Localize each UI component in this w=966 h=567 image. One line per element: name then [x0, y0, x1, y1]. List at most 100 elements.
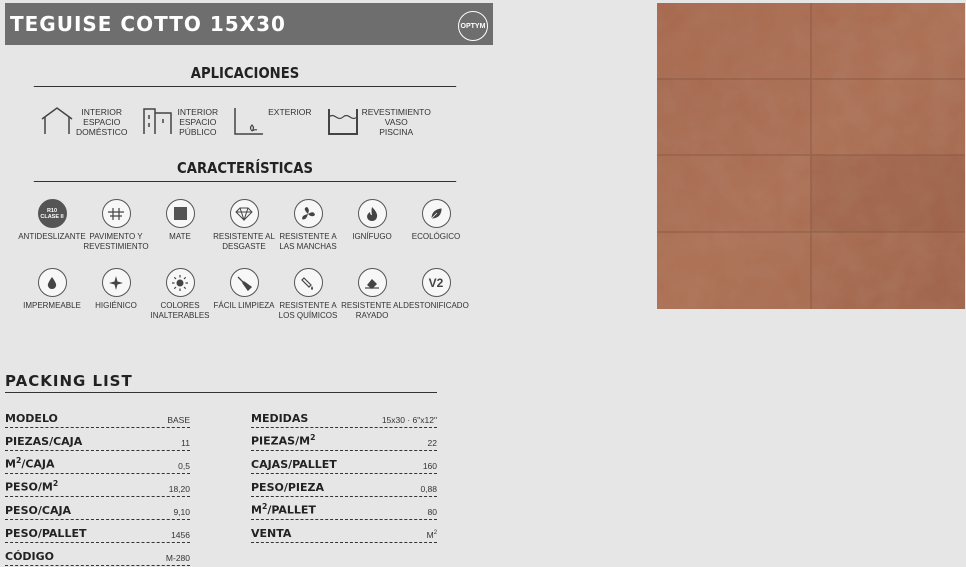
- building-icon: [143, 108, 173, 134]
- packing-value: BASE: [167, 415, 190, 425]
- scratch-icon: [357, 268, 387, 297]
- drop-icon: [37, 268, 67, 297]
- packing-key: M2/PALLET: [251, 502, 316, 517]
- packing-value: 0,5: [178, 461, 190, 471]
- char-destonificado: V2 DESTONIFICADO: [403, 268, 469, 321]
- leaf-icon: [421, 199, 451, 228]
- packing-value: M-280: [165, 553, 190, 563]
- char-impermeable: IMPERMEABLE: [20, 268, 84, 321]
- packing-row: PIEZAS/M2 22: [251, 429, 437, 451]
- chemical-icon: [293, 268, 323, 297]
- flame-icon: [357, 199, 387, 228]
- v2-glyph: V2: [428, 275, 444, 290]
- char-label: PAVIMENTO Y REVESTIMIENTO: [83, 232, 149, 251]
- packing-key: CAJAS/PALLET: [251, 458, 337, 471]
- packing-key: CÓDIGO: [5, 550, 55, 563]
- app-label: INTERIOR ESPACIO DOMÉSTICO: [76, 107, 128, 137]
- packing-row: MEDIDAS 15x30 · 6"x12": [251, 406, 437, 428]
- packing-key: PESO/PIEZA: [251, 481, 325, 494]
- char-desgaste: RESISTENTE AL DESGASTE: [212, 199, 276, 252]
- packing-key: PESO/CAJA: [5, 504, 72, 517]
- app-label: REVESTIMIENTO VASO PISCINA: [361, 107, 431, 137]
- packing-value: 9,10: [173, 507, 190, 517]
- packing-value: 160: [422, 461, 437, 471]
- packing-row: VENTA M2: [251, 521, 437, 543]
- packing-row: M2/PALLET 80: [251, 498, 437, 520]
- r10-badge-bottom: CLASE II: [40, 213, 64, 220]
- sparkle-icon: [101, 268, 131, 297]
- packing-row: CAJAS/PALLET 160: [251, 452, 437, 474]
- packing-row: PIEZAS/CAJA 11: [5, 429, 190, 451]
- exterior-icon: [234, 108, 264, 135]
- char-antideslizante: R10 CLASE II ANTIDESLIZANTE: [18, 199, 86, 252]
- app-label: EXTERIOR: [268, 107, 312, 117]
- packing-row: PESO/CAJA 9,10: [5, 498, 190, 520]
- char-label: COLORES INALTERABLES: [150, 301, 210, 320]
- packing-key: PIEZAS/CAJA: [5, 435, 83, 448]
- packing-key: MODELO: [5, 412, 58, 425]
- packing-value: 1456: [171, 530, 190, 540]
- packing-value: 22: [427, 438, 437, 448]
- packing-row: MODELO BASE: [5, 406, 190, 428]
- packing-row: PESO/PIEZA 0,88: [251, 475, 437, 497]
- stain-icon: [293, 199, 323, 228]
- char-colores: COLORES INALTERABLES: [148, 268, 212, 321]
- char-manchas: RESISTENTE A LAS MANCHAS: [276, 199, 340, 252]
- packing-list-right: MEDIDAS 15x30 · 6"x12" PIEZAS/M2 22 CAJA…: [251, 406, 437, 544]
- char-ecologico: ECOLÓGICO: [404, 199, 468, 252]
- v2-icon: V2: [421, 268, 451, 297]
- aplicaciones-list: INTERIOR ESPACIO DOMÉSTICO INTERIOR ESPA…: [40, 105, 445, 137]
- char-pavimento: PAVIMENTO Y REVESTIMIENTO: [83, 199, 149, 252]
- packing-key: M2/CAJA: [5, 456, 55, 471]
- aplicaciones-title: APLICACIONES: [33, 64, 457, 87]
- sun-icon: [165, 268, 195, 297]
- product-title: TEGUISE COTTO 15X30: [10, 12, 286, 36]
- caracteristicas-row-1: R10 CLASE II ANTIDESLIZANTE PAVIMENTO Y …: [18, 199, 468, 252]
- char-label: RESISTENTE AL DESGASTE: [213, 232, 275, 251]
- packing-list-title: PACKING LIST: [5, 372, 437, 393]
- char-label: IGNÍFUGO: [352, 232, 392, 241]
- caracteristicas-title: CARACTERÍSTICAS: [33, 159, 457, 182]
- pool-icon: [327, 109, 358, 135]
- packing-row: M2/CAJA 0,5: [5, 452, 190, 474]
- packing-value: 0,88: [420, 484, 437, 494]
- app-item-piscina: REVESTIMIENTO VASO PISCINA: [326, 105, 431, 137]
- char-label: ANTIDESLIZANTE: [18, 232, 86, 241]
- char-mate: MATE: [148, 199, 212, 252]
- packing-row: CÓDIGO M-280: [5, 544, 190, 566]
- packing-value: M2: [426, 530, 437, 540]
- char-label: ECOLÓGICO: [411, 232, 461, 241]
- app-item-interior-domestico: INTERIOR ESPACIO DOMÉSTICO: [40, 105, 127, 137]
- char-label: IMPERMEABLE: [23, 301, 81, 310]
- char-label: RESISTENTE A LAS MANCHAS: [279, 232, 337, 251]
- char-ignifugo: IGNÍFUGO: [340, 199, 404, 252]
- packing-key: PESO/PALLET: [5, 527, 87, 540]
- packing-row: PESO/M2 18,20: [5, 475, 190, 497]
- packing-key: VENTA: [251, 527, 292, 540]
- packing-key: PESO/M2: [5, 479, 59, 494]
- packing-value: 80: [427, 507, 437, 517]
- char-rayado: RESISTENTE AL RAYADO: [340, 268, 404, 321]
- packing-value: 15x30 · 6"x12": [381, 415, 437, 425]
- char-label: HIGIÉNICO: [95, 301, 137, 310]
- floor-icon: [101, 199, 131, 228]
- char-quimicos: RESISTENTE A LOS QUÍMICOS: [276, 268, 340, 321]
- char-label: RESISTENTE A LOS QUÍMICOS: [278, 301, 338, 320]
- matte-icon: [165, 199, 195, 228]
- packing-key: PIEZAS/M2: [251, 433, 316, 448]
- char-label: MATE: [169, 232, 191, 241]
- r10-icon: R10 CLASE II: [37, 199, 67, 228]
- diamond-icon: [229, 199, 259, 228]
- char-label: RESISTENTE AL RAYADO: [341, 301, 403, 320]
- char-higienico: HIGIÉNICO: [84, 268, 148, 321]
- caracteristicas-row-2: IMPERMEABLE HIGIÉNICO COLORES INALTERABL…: [20, 268, 469, 321]
- app-item-exterior: EXTERIOR: [232, 105, 312, 137]
- brush-icon: [229, 268, 259, 297]
- tile-photo: [657, 3, 965, 309]
- packing-value: 11: [181, 438, 190, 448]
- brand-logo: OPTYM: [458, 11, 488, 41]
- app-label: INTERIOR ESPACIO PÚBLICO: [177, 107, 219, 137]
- packing-row: PESO/PALLET 1456: [5, 521, 190, 543]
- packing-value: 18,20: [168, 484, 190, 494]
- house-icon: [41, 107, 73, 134]
